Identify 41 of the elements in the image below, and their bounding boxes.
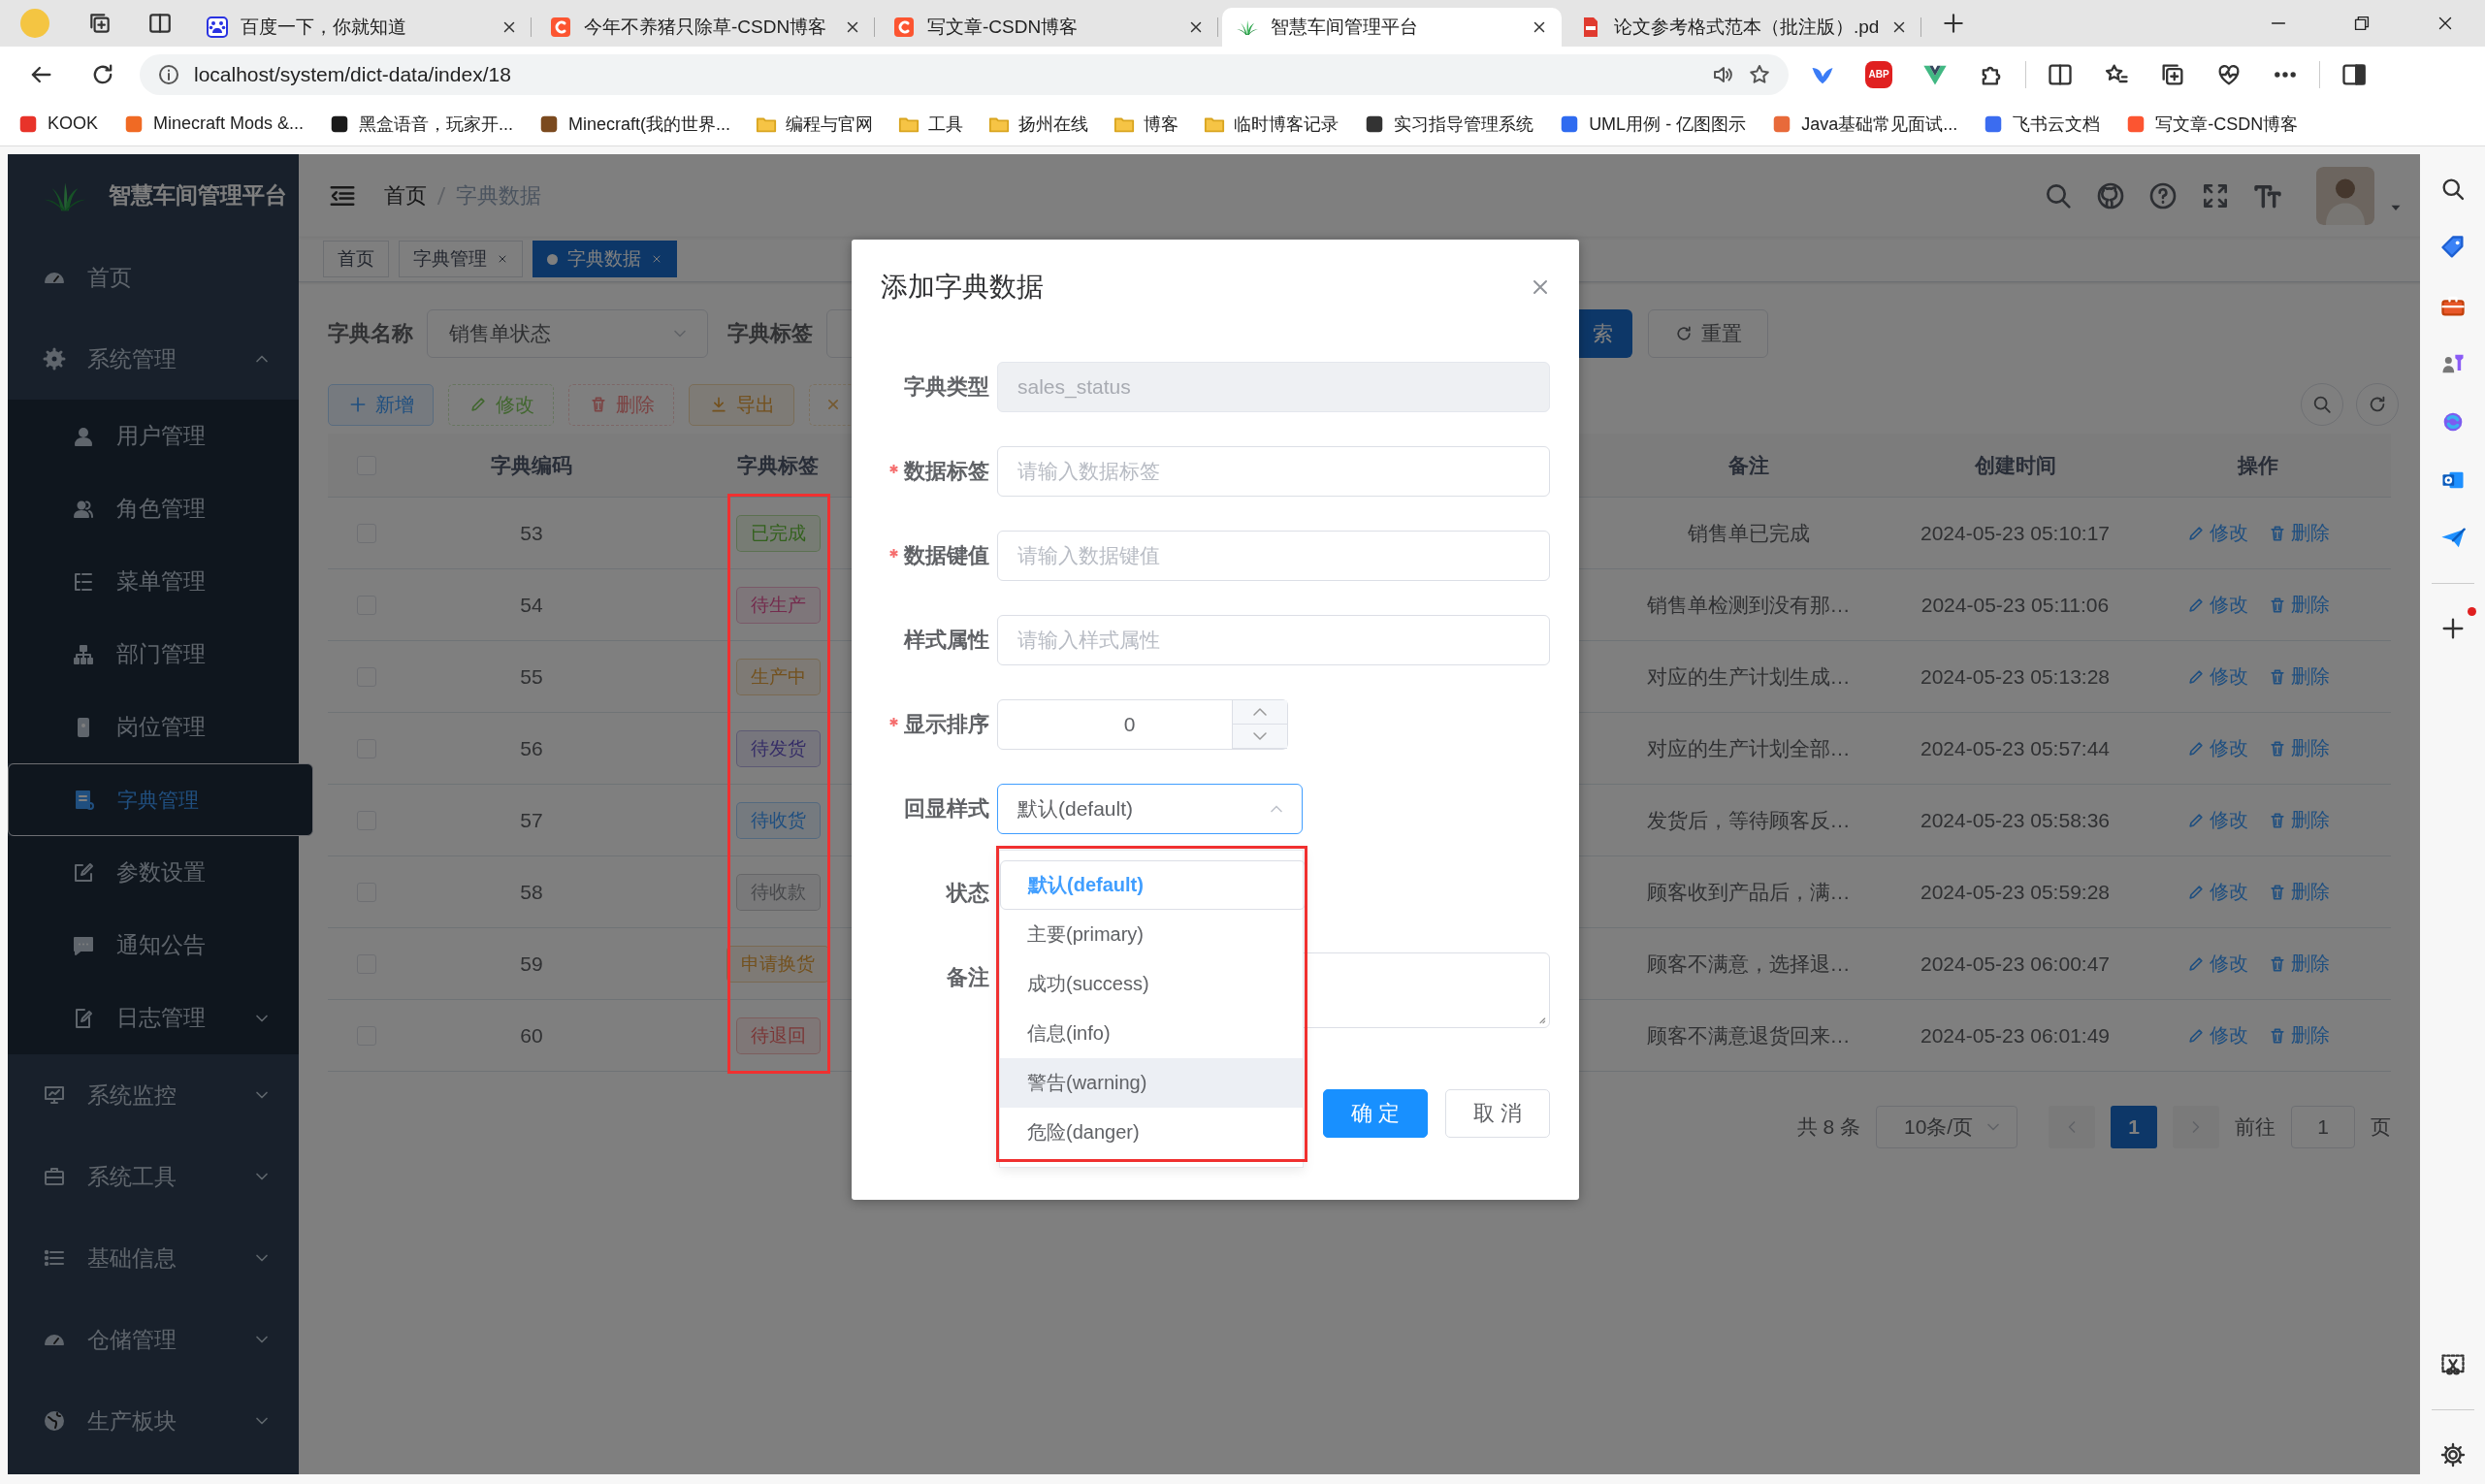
table-cell: 59: [520, 952, 543, 976]
table-cell: 2024-05-23 05:11:06: [1920, 593, 2110, 617]
table-cell-text: 销售单已完成: [1687, 520, 1810, 546]
column-header: 备注: [1727, 452, 1769, 478]
field-label: 回显样式: [903, 795, 989, 823]
table-cell: 2024-05-23 05:58:36: [1920, 808, 2110, 832]
table-cell: 57: [520, 808, 543, 832]
table-cell: 54: [520, 593, 543, 617]
field-label: 字典名称: [328, 320, 413, 347]
total-count: 共 8 条: [1796, 1114, 1860, 1140]
app-title: 智慧车间管理平台: [109, 181, 287, 210]
field-label: 备注: [946, 964, 989, 991]
table-cell: 56: [520, 736, 543, 760]
table-cell: 2024-05-23 05:13:28: [1920, 664, 2110, 689]
field-label: 样式属性: [902, 627, 989, 654]
table-cell: 2024-05-23 06:00:47: [1920, 952, 2110, 976]
table-cell: 2024-05-23 05:59:28: [1920, 880, 2110, 904]
table-cell: 2024-05-23 05:57:44: [1920, 736, 2110, 760]
column-header: 字典标签: [737, 452, 819, 478]
table-cell-text: 对应的生产计划生成…: [1646, 663, 1851, 690]
table-cell: 53: [520, 521, 543, 545]
column-header: 创建时间: [1974, 452, 2056, 478]
jump-label: 前往: [2235, 1114, 2275, 1140]
page-suffix: 页: [2371, 1114, 2391, 1140]
table-cell-text: 对应的生产计划全部…: [1646, 735, 1851, 761]
table-cell: 2024-05-23 05:10:17: [1920, 521, 2110, 545]
field-label: 字典类型: [903, 373, 989, 401]
dialog-title: 添加字典数据: [881, 271, 1044, 304]
field-label: 字典标签: [727, 320, 813, 347]
table-cell: 60: [520, 1023, 543, 1048]
table-cell-text: 顾客收到产品后，满…: [1646, 879, 1851, 905]
column-header: 字典编码: [491, 452, 572, 478]
table-cell-text: 销售单检测到没有那…: [1646, 592, 1851, 618]
table-cell-text: 顾客不满意退货回来…: [1646, 1022, 1851, 1048]
table-cell: 2024-05-23 06:01:49: [1920, 1023, 2110, 1048]
table-cell-text: 顾客不满意，选择退…: [1646, 951, 1851, 977]
table-cell: 58: [520, 880, 543, 904]
table-cell-text: 发货后，等待顾客反…: [1646, 807, 1851, 833]
column-header: 操作: [2237, 452, 2278, 478]
field-label: 状态: [945, 880, 989, 907]
table-cell: 55: [520, 664, 543, 689]
